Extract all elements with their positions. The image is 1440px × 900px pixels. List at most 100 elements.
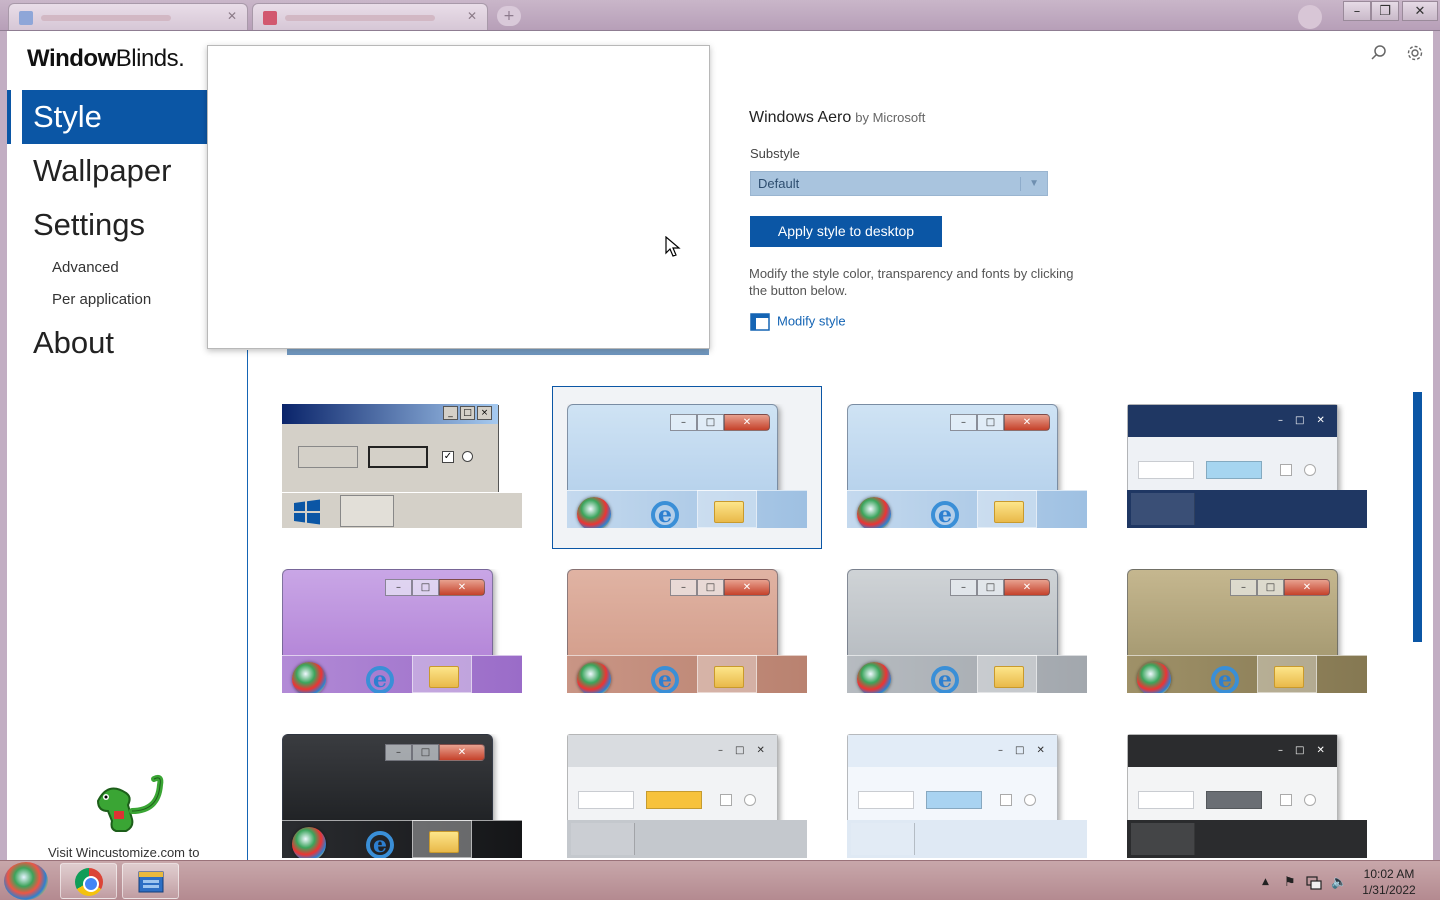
thumbnail-window-controls: _ □ ×: [443, 406, 492, 420]
browser-tab-1[interactable]: ✕: [8, 3, 248, 30]
minimize-icon: –: [1230, 579, 1257, 596]
apply-style-button[interactable]: Apply style to desktop: [750, 216, 942, 247]
maximize-icon: □: [1257, 579, 1284, 596]
style-thumbnail[interactable]: – □ ✕: [567, 734, 807, 858]
close-button[interactable]: ✕: [1402, 1, 1438, 21]
wincustomize-mascot-icon[interactable]: [88, 771, 168, 835]
gear-icon[interactable]: [1406, 44, 1424, 62]
minimize-icon: –: [1278, 415, 1283, 426]
start-button[interactable]: [4, 862, 48, 900]
thumbnail-window-controls: – □ ✕: [998, 745, 1045, 756]
thumbnail-window-controls: – □ ✕: [1278, 745, 1325, 756]
window-frame-left: [0, 31, 7, 860]
nav-wallpaper[interactable]: Wallpaper: [22, 144, 222, 198]
explorer-folder-icon: [977, 490, 1037, 528]
maximize-icon: □: [1295, 745, 1305, 756]
style-thumbnail[interactable]: – □ ✕ e: [567, 569, 807, 693]
minimize-button[interactable]: –: [1343, 1, 1371, 21]
preview-popup: [207, 45, 710, 349]
modify-style-label: Modify style: [777, 313, 846, 329]
internet-explorer-icon: e: [366, 666, 394, 693]
start-orb-icon: [292, 827, 326, 858]
nav-about[interactable]: About: [22, 316, 222, 370]
thumbnail-window: – □ ✕: [1127, 404, 1338, 494]
nav-settings[interactable]: Settings: [22, 198, 222, 252]
thumbnail-window: _ □ × ✓: [282, 404, 498, 492]
checkbox-icon: [1000, 794, 1012, 806]
volume-icon[interactable]: 🔈: [1331, 875, 1347, 890]
thumbnail-taskbar: [1127, 820, 1367, 858]
thumbnail-window: – □ ✕: [847, 569, 1058, 659]
thumbnail-button: [1206, 791, 1262, 809]
visit-wincustomize-text[interactable]: Visit Wincustomize.com to: [48, 845, 199, 860]
modify-style-link[interactable]: Modify style: [750, 312, 846, 332]
close-icon: ✕: [724, 579, 770, 596]
nav-style[interactable]: Style: [22, 90, 222, 144]
tab-close-icon[interactable]: ✕: [227, 9, 237, 23]
maximize-icon: □: [412, 744, 439, 761]
style-thumbnail[interactable]: – □ ✕: [847, 734, 1087, 858]
start-orb-icon: [857, 662, 891, 693]
sidebar-divider: [247, 350, 248, 860]
style-thumbnail[interactable]: – □ ✕ e: [847, 569, 1087, 693]
window-frame-right: [1433, 31, 1440, 860]
clock-time: 10:02 AM: [1363, 867, 1415, 881]
tray-overflow-icon[interactable]: ▲: [1262, 877, 1269, 887]
thumbnail-window: – □ ✕: [567, 734, 778, 824]
maximize-button[interactable]: ❐: [1371, 1, 1399, 21]
maximize-icon: □: [697, 579, 724, 596]
browser-tab-2[interactable]: ✕: [252, 3, 488, 30]
style-thumbnail[interactable]: – □ ✕ e: [847, 404, 1087, 528]
maximize-icon: □: [1015, 745, 1025, 756]
logo-bold-text: Window: [27, 45, 116, 72]
taskbar-windowblinds-button[interactable]: [122, 863, 179, 899]
internet-explorer-icon: e: [931, 501, 959, 528]
maximize-icon: □: [1295, 415, 1305, 426]
thumbnail-button: [646, 791, 702, 809]
close-icon: ✕: [724, 414, 770, 431]
action-center-flag-icon[interactable]: ⚑: [1284, 875, 1296, 890]
search-icon[interactable]: [1370, 44, 1388, 62]
thumbnail-button: [578, 791, 634, 809]
thumbnail-window: – □ ✕: [847, 734, 1058, 824]
explorer-folder-icon: [977, 655, 1037, 693]
tab-favicon-icon: [19, 11, 33, 25]
logo-mark: .: [178, 45, 185, 72]
thumbnail-window-controls: – □ ✕: [385, 744, 485, 762]
checkbox-icon: [1280, 794, 1292, 806]
explorer-folder-icon: [1257, 655, 1317, 693]
explorer-folder-icon: [697, 490, 757, 528]
profile-avatar[interactable]: [1298, 5, 1322, 29]
windows-logo-icon: [294, 499, 320, 525]
tab-title: [285, 15, 435, 21]
style-thumbnail[interactable]: – □ ✕ e: [282, 734, 522, 858]
minimize-icon: –: [1278, 745, 1283, 756]
internet-explorer-icon: e: [1211, 666, 1239, 693]
style-thumbnail[interactable]: – □ ✕: [1127, 404, 1367, 528]
style-thumbnail[interactable]: _ □ × ✓: [282, 404, 522, 528]
select-divider: [1020, 177, 1021, 191]
minimize-icon: –: [385, 744, 412, 761]
minimize-icon: –: [950, 414, 977, 431]
browser-tab-strip: ✕ ✕ + – ❐ ✕: [0, 0, 1440, 31]
substyle-select[interactable]: Default ▼: [750, 171, 1048, 196]
thumbnail-button: [1138, 791, 1194, 809]
network-icon[interactable]: [1306, 876, 1322, 890]
radio-icon: [1304, 464, 1316, 476]
taskbar-clock[interactable]: 10:02 AM 1/31/2022: [1356, 866, 1422, 898]
start-orb-icon: [577, 497, 611, 528]
logo-light-text: Blinds: [115, 45, 179, 72]
scrollbar-thumb[interactable]: [1413, 392, 1422, 642]
windows-taskbar: ▲ ⚑ 🔈 10:02 AM 1/31/2022: [0, 860, 1440, 900]
close-icon: ✕: [1036, 745, 1045, 756]
style-thumbnail[interactable]: – □ ✕ e: [282, 569, 522, 693]
internet-explorer-icon: e: [651, 501, 679, 528]
new-tab-button[interactable]: +: [497, 6, 521, 26]
maximize-icon: □: [460, 406, 475, 420]
style-thumbnail[interactable]: – □ ✕ e: [1127, 569, 1367, 693]
style-thumbnail[interactable]: – □ ✕: [1127, 734, 1367, 858]
tab-close-icon[interactable]: ✕: [467, 9, 477, 23]
thumbnail-button: [858, 791, 914, 809]
taskbar-chrome-button[interactable]: [60, 863, 117, 899]
style-thumbnail[interactable]: – □ ✕ e: [567, 404, 807, 528]
